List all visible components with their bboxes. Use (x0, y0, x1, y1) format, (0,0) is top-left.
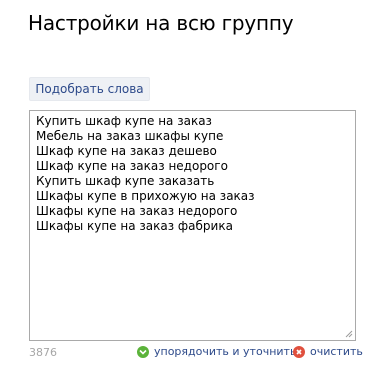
group-settings-panel: Настройки на всю группу Подобрать слова … (0, 0, 370, 365)
order-and-refine-link[interactable]: упорядочить и уточнить (137, 345, 296, 358)
clear-link[interactable]: очистить (293, 345, 363, 358)
pick-words-button[interactable]: Подобрать слова (29, 77, 150, 101)
keyword-line: Мебель на заказ шкафы купе (36, 129, 224, 143)
character-counter: 3876 (29, 346, 57, 359)
order-and-refine-label: упорядочить и уточнить (154, 345, 297, 358)
keyword-line: Шкаф купе на заказ недорого (36, 159, 228, 173)
chevron-down-icon (137, 345, 149, 358)
keyword-line: Шкаф купе на заказ дешево (36, 144, 217, 158)
keyword-line: Шкафы купе на заказ недорого (36, 204, 238, 218)
close-icon (293, 345, 305, 358)
keyword-line: Шкафы купе в прихожую на заказ (36, 189, 255, 203)
keyword-line: Шкафы купе на заказ фабрика (36, 219, 233, 233)
page-title: Настройки на всю группу (28, 11, 294, 35)
keyword-line: Купить шкаф купе заказать (36, 174, 215, 188)
clear-label: очистить (310, 345, 363, 358)
keyword-line: Купить шкаф купе на заказ (36, 114, 212, 128)
resize-grip-icon[interactable] (345, 330, 353, 338)
keywords-textarea[interactable]: Купить шкаф купе на заказ Мебель на зака… (29, 110, 356, 341)
